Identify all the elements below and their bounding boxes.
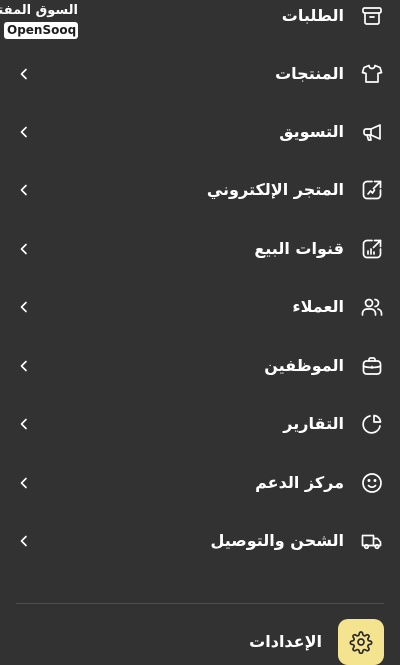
- settings-label: الإعدادات: [249, 632, 322, 651]
- smiley-icon: [360, 471, 384, 495]
- chevron-left-icon: [16, 241, 32, 257]
- menu-item-label: التسويق: [279, 122, 344, 141]
- menu-item-products[interactable]: المنتجات: [0, 54, 400, 94]
- menu-item-label: المنتجات: [275, 64, 344, 83]
- chevron-left-icon: [16, 66, 32, 82]
- chevron-left-icon: [16, 299, 32, 315]
- menu-item-label: الشحن والتوصيل: [210, 531, 344, 550]
- menu-item-label: الطلبات: [281, 6, 344, 25]
- briefcase-icon: [360, 354, 384, 378]
- users-icon: [360, 295, 384, 319]
- menu-item-settings[interactable]: الإعدادات: [0, 619, 400, 665]
- menu-item-customers[interactable]: العملاء: [0, 287, 400, 327]
- menu-divider: [16, 603, 384, 604]
- chevron-left-icon: [16, 416, 32, 432]
- logo-arabic-text: السوق المفتوح: [0, 3, 78, 18]
- pie-chart-icon: [360, 412, 384, 436]
- chevron-left-icon: [16, 124, 32, 140]
- chevron-left-icon: [16, 182, 32, 198]
- gear-icon: [349, 631, 373, 654]
- chevron-left-icon: [16, 533, 32, 549]
- menu-item-shipping-delivery[interactable]: الشحن والتوصيل: [0, 521, 400, 561]
- chevron-left-icon: [16, 475, 32, 491]
- megaphone-icon: [360, 120, 384, 144]
- menu-item-reports[interactable]: التقارير: [0, 404, 400, 444]
- menu-item-label: قنوات البيع: [254, 239, 344, 258]
- menu-item-label: العملاء: [292, 297, 344, 316]
- menu-item-support-center[interactable]: مركز الدعم: [0, 463, 400, 503]
- opensooq-logo: السوق المفتوح OpenSooq: [0, 2, 78, 39]
- sales-channels-icon: [360, 237, 384, 261]
- menu-item-label: مركز الدعم: [255, 473, 344, 492]
- menu-item-label: المتجر الإلكتروني: [206, 180, 344, 199]
- menu-item-employees[interactable]: الموظفين: [0, 346, 400, 386]
- menu-item-label: الموظفين: [264, 356, 344, 375]
- chevron-left-icon: [16, 358, 32, 374]
- tshirt-icon: [360, 62, 384, 86]
- menu-item-label: التقارير: [283, 414, 344, 433]
- archive-box-icon: [360, 4, 384, 28]
- menu-item-sales-channels[interactable]: قنوات البيع: [0, 229, 400, 269]
- menu-item-marketing[interactable]: التسويق: [0, 112, 400, 152]
- truck-icon: [360, 529, 384, 553]
- settings-icon-container: [338, 619, 384, 665]
- storefront-arrow-icon: [360, 178, 384, 202]
- logo-english-text: OpenSooq: [4, 22, 78, 39]
- menu-item-online-store[interactable]: المتجر الإلكتروني: [0, 170, 400, 210]
